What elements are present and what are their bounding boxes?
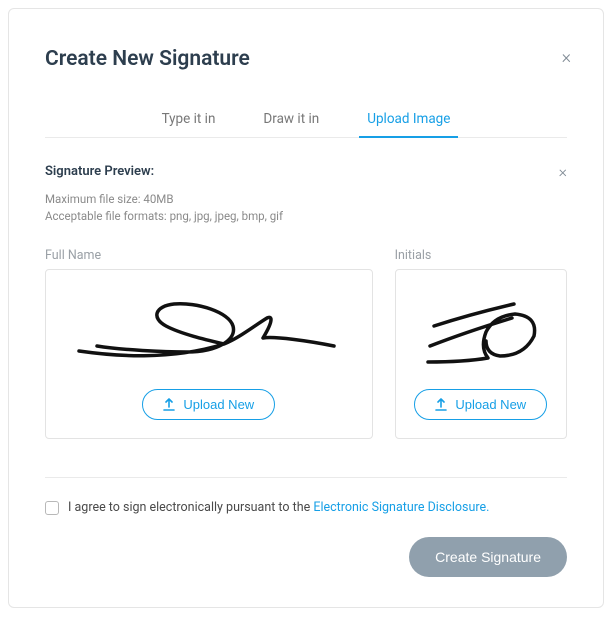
preview-label: Signature Preview:: [45, 164, 154, 179]
hint-formats: Acceptable file formats: png, jpg, jpeg,…: [45, 208, 567, 225]
footer: I agree to sign electronically pursuant …: [45, 477, 567, 577]
preview-close-icon[interactable]: ×: [559, 162, 567, 181]
upload-icon: [163, 398, 175, 411]
initials-label: Initials: [395, 248, 567, 263]
disclosure-link[interactable]: Electronic Signature Disclosure.: [313, 500, 489, 515]
tab-type-it-in[interactable]: Type it in: [158, 101, 220, 137]
fullname-signature-image: [56, 284, 362, 389]
preview-header: Signature Preview: ×: [45, 162, 567, 181]
consent-prefix: I agree to sign electronically pursuant …: [68, 500, 313, 515]
tabs: Type it in Draw it in Upload Image: [45, 101, 567, 138]
initials-signature-svg: [416, 296, 546, 376]
fullname-label: Full Name: [45, 248, 373, 263]
modal-title: Create New Signature: [45, 47, 567, 71]
consent-row: I agree to sign electronically pursuant …: [45, 500, 567, 515]
tab-upload-image[interactable]: Upload Image: [363, 101, 454, 137]
preview-hints: Maximum file size: 40MB Acceptable file …: [45, 191, 567, 226]
signature-modal: Create New Signature × Type it in Draw i…: [8, 8, 604, 608]
initials-box: Upload New: [395, 269, 567, 439]
upload-fullname-button[interactable]: Upload New: [142, 389, 275, 420]
upload-row: Full Name Upload New Initials: [45, 248, 567, 439]
consent-checkbox[interactable]: [45, 501, 59, 515]
initials-signature-image: [406, 284, 556, 389]
consent-text: I agree to sign electronically pursuant …: [68, 500, 489, 515]
initials-column: Initials Upload New: [395, 248, 567, 439]
close-icon[interactable]: ×: [562, 47, 571, 68]
fullname-column: Full Name Upload New: [45, 248, 373, 439]
hint-max-size: Maximum file size: 40MB: [45, 191, 567, 208]
upload-initials-button[interactable]: Upload New: [414, 389, 547, 420]
tab-draw-it-in[interactable]: Draw it in: [259, 101, 323, 137]
upload-icon: [435, 398, 447, 411]
upload-fullname-label: Upload New: [183, 397, 254, 412]
upload-initials-label: Upload New: [455, 397, 526, 412]
actions: Create Signature: [45, 537, 567, 577]
fullname-signature-svg: [69, 296, 349, 376]
fullname-box: Upload New: [45, 269, 373, 439]
create-signature-button[interactable]: Create Signature: [409, 537, 567, 577]
